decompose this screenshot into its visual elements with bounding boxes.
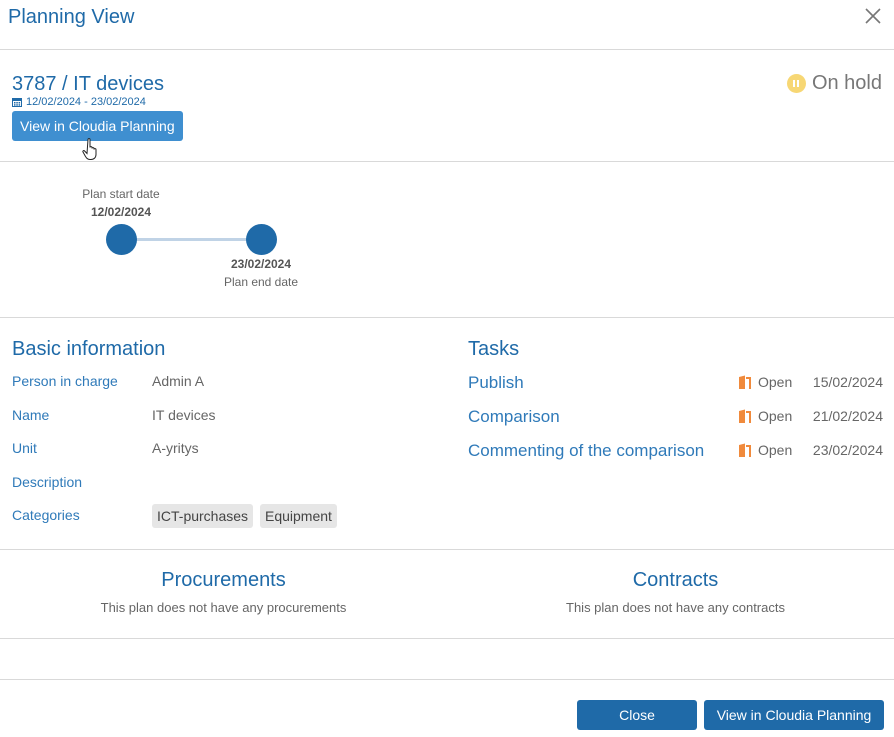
- description-label: Description: [12, 474, 83, 490]
- procurements-heading: Procurements: [161, 569, 286, 591]
- timeline-start-label: Plan start date: [82, 187, 160, 201]
- category-tag: Equipment: [260, 504, 337, 528]
- task-status: Open: [738, 442, 792, 458]
- dialog-title: Planning View: [8, 6, 135, 28]
- planning-view-dialog: Planning View 3787 / IT devices 12/02/20…: [0, 0, 894, 737]
- plan-date-range: 12/02/2024 - 23/02/2024: [12, 96, 146, 108]
- timeline-start-marker: [106, 224, 137, 255]
- close-icon[interactable]: [864, 7, 882, 25]
- dialog-footer: Close View in Cloudia Planning: [0, 679, 894, 737]
- timeline-start-date: 12/02/2024: [90, 205, 152, 219]
- plan-details: Basic information Person in charge Admin…: [0, 318, 894, 550]
- plan-status-text: On hold: [811, 72, 882, 94]
- hand-cursor-icon: [82, 138, 97, 160]
- name-label: Name: [12, 407, 50, 423]
- task-status-text: Open: [758, 442, 793, 458]
- person-in-charge-label: Person in charge: [12, 373, 118, 389]
- timeline-end-label: Plan end date: [223, 275, 299, 289]
- unit-label: Unit: [12, 440, 37, 456]
- name-value: IT devices: [152, 407, 216, 423]
- plan-title: 3787 / IT devices: [12, 73, 164, 95]
- door-open-icon: [739, 409, 751, 423]
- door-open-icon: [739, 443, 751, 457]
- task-link-commenting[interactable]: Commenting of the comparison: [468, 441, 704, 461]
- task-status: Open: [738, 408, 792, 424]
- timeline-end-marker: [246, 224, 277, 255]
- timeline-end-date: 23/02/2024: [230, 257, 292, 271]
- task-date: 21/02/2024: [812, 408, 883, 424]
- person-in-charge-value: Admin A: [152, 373, 205, 389]
- procurements-contracts: Procurements This plan does not have any…: [0, 550, 894, 639]
- timeline-line: [121, 238, 261, 241]
- plan-status: On hold: [786, 72, 882, 95]
- calendar-icon: [12, 98, 22, 107]
- dialog-header: Planning View: [0, 0, 894, 50]
- task-link-comparison[interactable]: Comparison: [468, 407, 560, 427]
- category-tag: ICT-purchases: [152, 504, 254, 528]
- basic-information-heading: Basic information: [12, 338, 166, 360]
- categories-label: Categories: [12, 507, 80, 523]
- pause-icon: [786, 74, 806, 93]
- contracts-heading: Contracts: [632, 569, 719, 591]
- unit-value: A-yritys: [152, 440, 199, 456]
- tasks-heading: Tasks: [468, 338, 520, 360]
- procurements-empty-text: This plan does not have any procurements: [100, 600, 347, 615]
- task-status-text: Open: [758, 408, 793, 424]
- plan-timeline: Plan start date 12/02/2024 23/02/2024 Pl…: [0, 162, 894, 318]
- plan-date-text: 12/02/2024 - 23/02/2024: [26, 96, 146, 108]
- view-in-cloudia-button[interactable]: View in Cloudia Planning: [704, 700, 884, 730]
- plan-summary: 3787 / IT devices 12/02/2024 - 23/02/202…: [0, 50, 894, 162]
- door-open-icon: [739, 375, 751, 389]
- task-date: 23/02/2024: [812, 442, 883, 458]
- task-status-text: Open: [758, 374, 793, 390]
- close-button[interactable]: Close: [577, 700, 697, 730]
- contracts-empty-text: This plan does not have any contracts: [566, 600, 785, 615]
- task-date: 15/02/2024: [812, 374, 883, 390]
- task-link-publish[interactable]: Publish: [468, 373, 524, 393]
- task-status: Open: [738, 374, 792, 390]
